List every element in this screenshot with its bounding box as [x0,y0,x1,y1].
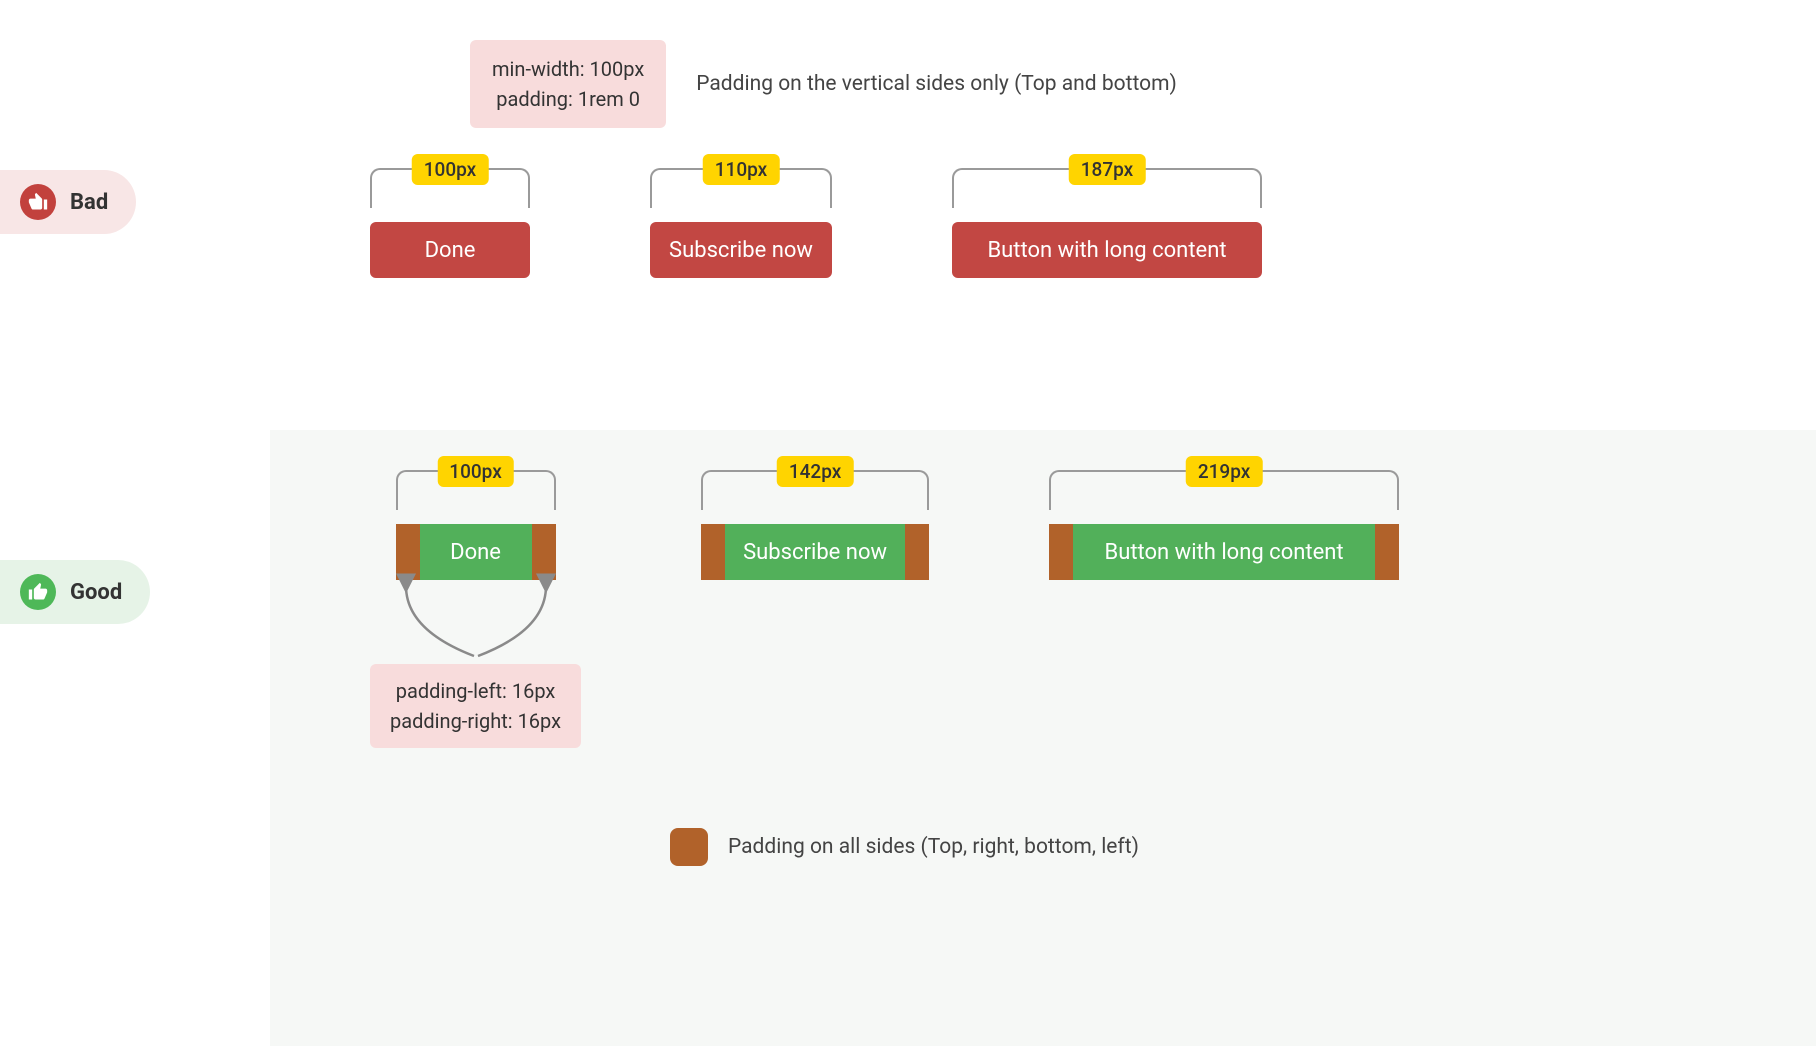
padding-swatch-left [1049,524,1073,580]
legend-bottom-text: Padding on all sides (Top, right, bottom… [728,835,1139,859]
width-bracket: 187px [952,168,1262,208]
button-text: Button with long content [987,238,1226,263]
good-example-3: 219px Button with long content [1049,470,1399,580]
width-bracket: 142px [701,470,929,510]
good-label: Good [0,560,150,624]
width-bracket: 100px [370,168,530,208]
width-badge: 219px [1186,456,1263,487]
width-bracket: 100px [396,470,556,510]
good-example-2: 142px Subscribe now [701,470,929,580]
bad-example-1: 100px Done [370,168,530,278]
css-note-bottom: padding-left: 16px padding-right: 16px [370,664,581,748]
good-label-text: Good [70,580,122,605]
css-note-top: min-width: 100px padding: 1rem 0 [470,40,666,128]
css-note-line: padding: 1rem 0 [492,84,644,114]
width-badge: 100px [437,456,514,487]
legend-top-text: Padding on the vertical sides only (Top … [696,72,1177,96]
width-badge: 100px [412,154,489,185]
bad-label-text: Bad [70,190,108,215]
width-badge: 110px [703,154,780,185]
padding-swatch-right [532,524,556,580]
good-button-subscribe: Subscribe now [701,524,929,580]
good-button-long: Button with long content [1049,524,1399,580]
button-text: Done [450,540,501,565]
good-examples-row: 100px Done [370,470,1756,748]
sidebar: Bad Good [0,0,270,1046]
button-text: Subscribe now [669,238,813,263]
arrows-to-padding [376,580,576,660]
width-bracket: 110px [650,168,832,208]
content: min-width: 100px padding: 1rem 0 Padding… [270,0,1816,1046]
width-badge: 142px [777,456,854,487]
thumbs-down-icon [20,184,56,220]
width-bracket: 219px [1049,470,1399,510]
padding-color-swatch [670,828,708,866]
padding-swatch-right [1375,524,1399,580]
button-text: Done [425,238,476,263]
legend-bottom: Padding on all sides (Top, right, bottom… [670,828,1756,866]
good-example-1: 100px Done [370,470,581,748]
padding-swatch-right [905,524,929,580]
bad-button-subscribe: Subscribe now [650,222,832,278]
bad-example-3: 187px Button with long content [952,168,1262,278]
button-text: Subscribe now [743,540,887,565]
padding-swatch-left [701,524,725,580]
bad-label: Bad [0,170,136,234]
css-note-line: padding-left: 16px [390,676,561,706]
good-button-done: Done [396,524,556,580]
css-note-line: min-width: 100px [492,54,644,84]
bad-section: min-width: 100px padding: 1rem 0 Padding… [270,0,1816,430]
bad-examples-row: 100px Done 110px Subscribe now [370,168,1756,278]
bad-button-long: Button with long content [952,222,1262,278]
width-badge: 187px [1069,154,1146,185]
legend-top: min-width: 100px padding: 1rem 0 Padding… [470,40,1756,128]
bad-example-2: 110px Subscribe now [650,168,832,278]
thumbs-up-icon [20,574,56,610]
css-note-line: padding-right: 16px [390,706,561,736]
good-section: 100px Done [270,430,1816,1046]
button-text: Button with long content [1105,540,1344,565]
padding-swatch-left [396,524,420,580]
bad-button-done: Done [370,222,530,278]
